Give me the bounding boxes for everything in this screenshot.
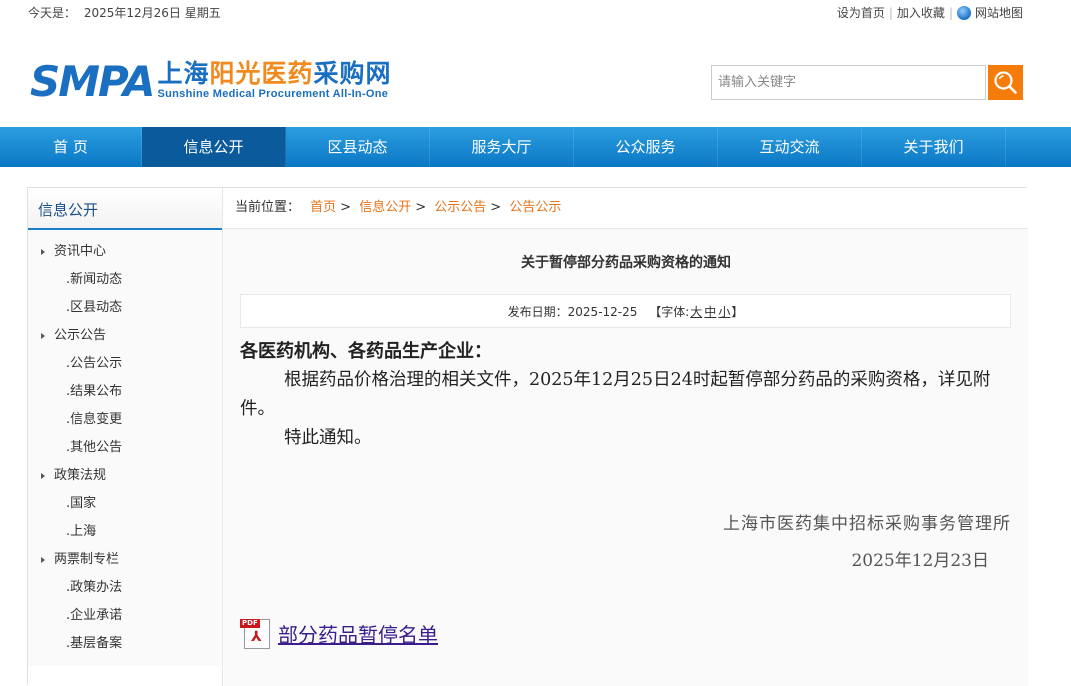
nav-info-disclosure[interactable]: 信息公开 <box>142 127 286 167</box>
signature-organization: 上海市医药集中招标采购事务管理所 <box>723 514 1011 534</box>
sidebar-group-label: 资讯中心 <box>54 244 107 259</box>
article-greeting: 各医药机构、各药品生产企业： <box>240 341 492 362</box>
sidebar-item-results[interactable]: .结果公布 <box>28 378 222 406</box>
breadcrumb-label: 当前位置： <box>235 200 301 215</box>
triangle-right-icon <box>41 473 45 479</box>
set-homepage-link[interactable]: 设为首页 <box>837 4 885 21</box>
search-box <box>711 65 1023 101</box>
article-content: 当前位置： 首页 > 信息公开 > 公示公告 > 公告公示 关于暂停部分药品采购资格的… <box>224 188 1028 686</box>
sidebar-item-other[interactable]: .其他公告 <box>28 434 222 462</box>
site-logo[interactable]: SMPA 上海阳光医药采购网 Sunshine Medical Procurem… <box>30 60 392 104</box>
sidebar-group-announcements[interactable]: 公示公告 <box>28 322 222 350</box>
globe-icon <box>956 5 971 20</box>
current-date: 今天是： 2025年12月26日 星期五 <box>28 4 225 21</box>
add-favorite-link[interactable]: 加入收藏 <box>897 4 945 21</box>
font-size-switcher: 【字体:大中小】 <box>649 305 743 319</box>
font-size-large[interactable]: 大 <box>690 305 702 319</box>
date-value: 2025年12月26日 星期五 <box>83 6 221 20</box>
signature-date: 2025年12月23日 <box>851 551 989 571</box>
article-meta: 发布日期：2025-12-25 【字体:大中小】 <box>240 294 1011 328</box>
article-paragraph: 根据药品价格治理的相关文件，2025年12月25日24时起暂停部分药品的采购资格… <box>240 370 991 419</box>
publish-date: 2025-12-25 <box>567 305 638 319</box>
sidebar-title: 信息公开 <box>28 188 222 230</box>
pdf-icon: PDF ⅄ <box>240 617 272 649</box>
article-body: 各医药机构、各药品生产企业： 根据药品价格治理的相关文件，2025年12月25日… <box>240 338 1015 453</box>
pdf-acrobat-symbol: ⅄ <box>251 629 262 645</box>
sidebar-item-news[interactable]: .新闻动态 <box>28 266 222 294</box>
breadcrumb-home[interactable]: 首页 <box>310 200 336 215</box>
main-frame: 信息公开 资讯中心 .新闻动态 .区县动态 公示公告 .公告公示 .结果公布 .… <box>27 187 1028 686</box>
sidebar-item-enterprise-pledge[interactable]: .企业承诺 <box>28 602 222 630</box>
logo-chinese-name: 上海阳光医药采购网 <box>157 60 391 88</box>
font-size-medium[interactable]: 中 <box>704 305 716 319</box>
sidebar-menu: 资讯中心 .新闻动态 .区县动态 公示公告 .公告公示 .结果公布 .信息变更 … <box>28 230 222 666</box>
sidebar-item-notices[interactable]: .公告公示 <box>28 350 222 378</box>
font-size-suffix: 】 <box>731 305 744 319</box>
font-size-prefix: 【字体: <box>649 305 690 319</box>
nav-home[interactable]: 首 页 <box>0 127 142 167</box>
top-links: 设为首页 | 加入收藏 | 网站地图 <box>837 4 1023 21</box>
search-button[interactable] <box>988 65 1023 100</box>
nav-district-news[interactable]: 区县动态 <box>286 127 430 167</box>
logo-abbreviation: SMPA <box>30 57 155 106</box>
sidebar-item-shanghai[interactable]: .上海 <box>28 518 222 546</box>
sidebar-item-primary-filing[interactable]: .基层备案 <box>28 630 222 658</box>
breadcrumb-notices[interactable]: 公告公示 <box>509 200 561 215</box>
article-signature: 上海市医药集中招标采购事务管理所 2025年12月23日 <box>723 509 1011 576</box>
nav-about-us[interactable]: 关于我们 <box>862 127 1006 167</box>
sidebar-group-news-center[interactable]: 资讯中心 <box>28 238 222 266</box>
breadcrumb: 当前位置： 首页 > 信息公开 > 公示公告 > 公告公示 <box>224 188 1028 229</box>
breadcrumb-separator: > <box>490 200 502 215</box>
top-bar: 今天是： 2025年12月26日 星期五 设为首页 | 加入收藏 | 网站地图 <box>0 0 1071 24</box>
article-title: 关于暂停部分药品采购资格的通知 <box>521 255 731 271</box>
sidebar-item-changes[interactable]: .信息变更 <box>28 406 222 434</box>
triangle-right-icon <box>41 557 45 563</box>
sidebar-item-policy-methods[interactable]: .政策办法 <box>28 574 222 602</box>
logo-cn-part2: 阳光医药 <box>209 59 314 88</box>
logo-english-name: Sunshine Medical Procurement All-In-One <box>157 88 389 100</box>
publish-label: 发布日期： <box>507 305 568 319</box>
breadcrumb-announcements[interactable]: 公示公告 <box>434 200 486 215</box>
nav-interaction[interactable]: 互动交流 <box>718 127 862 167</box>
breadcrumb-separator: > <box>340 200 352 215</box>
sidebar-group-two-invoice[interactable]: 两票制专栏 <box>28 546 222 574</box>
sitemap-link[interactable]: 网站地图 <box>975 4 1023 21</box>
attachment: PDF ⅄ 部分药品暂停名单 <box>240 617 438 649</box>
nav-public-service[interactable]: 公众服务 <box>574 127 718 167</box>
font-size-small[interactable]: 小 <box>718 305 730 319</box>
divider: | <box>888 5 893 20</box>
main-nav: 首 页 信息公开 区县动态 服务大厅 公众服务 互动交流 关于我们 <box>0 127 1071 167</box>
date-label: 今天是： <box>28 6 77 20</box>
sidebar-group-label: 两票制专栏 <box>54 552 120 567</box>
logo-cn-part3: 采购网 <box>313 59 392 88</box>
logo-cn-part1: 上海 <box>157 59 210 88</box>
breadcrumb-info[interactable]: 信息公开 <box>359 200 411 215</box>
nav-service-hall[interactable]: 服务大厅 <box>430 127 574 167</box>
triangle-right-icon <box>41 333 45 339</box>
sidebar-item-national[interactable]: .国家 <box>28 490 222 518</box>
site-header: SMPA 上海阳光医药采购网 Sunshine Medical Procurem… <box>0 24 1071 127</box>
sidebar-item-district[interactable]: .区县动态 <box>28 294 222 322</box>
attachment-link[interactable]: 部分药品暂停名单 <box>278 621 438 649</box>
pdf-icon-tag: PDF <box>240 619 260 628</box>
breadcrumb-separator: > <box>415 200 427 215</box>
search-icon <box>994 71 1017 94</box>
sidebar-group-label: 政策法规 <box>54 468 107 483</box>
divider: | <box>948 5 953 20</box>
article-paragraph: 特此通知。 <box>284 428 372 448</box>
sidebar-group-policies[interactable]: 政策法规 <box>28 462 222 490</box>
sidebar-group-label: 公示公告 <box>54 328 107 343</box>
search-input[interactable] <box>711 65 986 100</box>
sidebar: 信息公开 资讯中心 .新闻动态 .区县动态 公示公告 .公告公示 .结果公布 .… <box>28 188 223 686</box>
triangle-right-icon <box>41 249 45 255</box>
